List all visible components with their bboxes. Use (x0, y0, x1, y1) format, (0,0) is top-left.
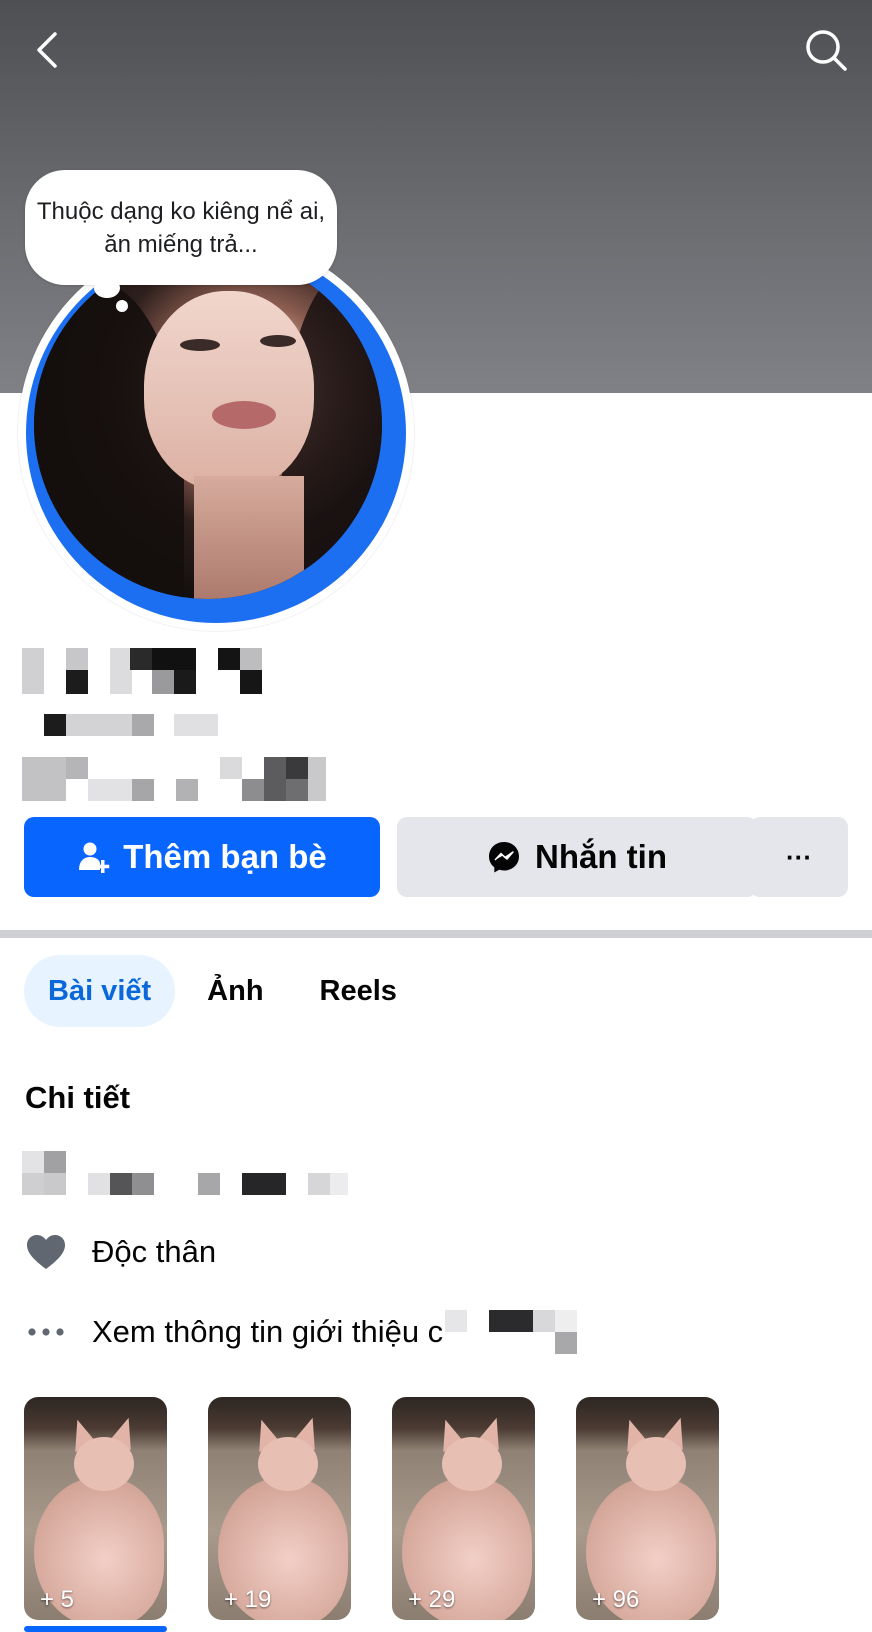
detail-row-pixelated (22, 1151, 348, 1195)
message-button[interactable]: Nhắn tin (397, 817, 757, 897)
add-friend-button[interactable]: Thêm bạn bè (24, 817, 380, 897)
highlight-card[interactable]: + 96 (576, 1397, 719, 1620)
highlight-card[interactable]: + 29 (392, 1397, 535, 1620)
message-label: Nhắn tin (535, 838, 667, 875)
relationship-row: Độc thân (24, 1230, 216, 1274)
tab-posts[interactable]: Bài viết (24, 955, 176, 1027)
messenger-icon (489, 842, 519, 873)
profile-note-bubble[interactable]: Thuộc dạng ko kiêng nể ai, ăn miếng trả.… (25, 170, 337, 285)
search-button[interactable] (798, 22, 854, 78)
featured-highlights: + 5 + 19 + 29 + 96 (24, 1397, 719, 1620)
add-friend-label: Thêm bạn bè (123, 838, 327, 875)
section-divider (0, 930, 872, 938)
highlight-count: + 5 (40, 1586, 75, 1613)
tab-photos[interactable]: Ảnh (183, 955, 287, 1027)
see-about-row[interactable]: Xem thông tin giới thiệu c (24, 1310, 578, 1354)
see-about-label: Xem thông tin giới thiệu c (92, 1314, 444, 1349)
more-horizontal-icon (28, 1328, 64, 1336)
profile-name-pixelated (22, 648, 266, 694)
highlight-count: + 19 (224, 1586, 272, 1613)
see-about-name-pixelated (445, 1310, 578, 1354)
chevron-left-icon (37, 32, 57, 68)
profile-actions: Thêm bạn bè Nhắn tin ··· (24, 817, 848, 897)
highlight-card[interactable]: + 5 (24, 1397, 167, 1620)
back-button[interactable] (20, 22, 76, 78)
highlight-count: + 96 (592, 1586, 640, 1613)
profile-picture[interactable] (18, 235, 414, 631)
highlight-card[interactable]: + 19 (208, 1397, 351, 1620)
more-horizontal-icon: ··· (786, 841, 812, 872)
note-bubble-tail (94, 278, 120, 298)
profile-note-text: Thuộc dạng ko kiêng nể ai, ăn miếng trả.… (36, 197, 326, 258)
search-icon (806, 30, 847, 71)
highlight-count: + 29 (408, 1586, 456, 1613)
tab-reels[interactable]: Reels (296, 955, 421, 1027)
details-title: Chi tiết (25, 1080, 131, 1115)
note-bubble-tail-small (116, 300, 128, 312)
more-options-button[interactable]: ··· (750, 817, 848, 897)
avatar-photo (34, 251, 382, 599)
add-person-icon (79, 842, 110, 873)
scroll-indicator (24, 1626, 167, 1632)
profile-tabs: Bài viết Ảnh Reels (24, 955, 421, 1027)
heart-icon (27, 1235, 65, 1269)
relationship-status: Độc thân (92, 1234, 217, 1269)
profile-stats-pixelated (22, 757, 326, 801)
profile-subtitle-pixelated (44, 714, 218, 736)
